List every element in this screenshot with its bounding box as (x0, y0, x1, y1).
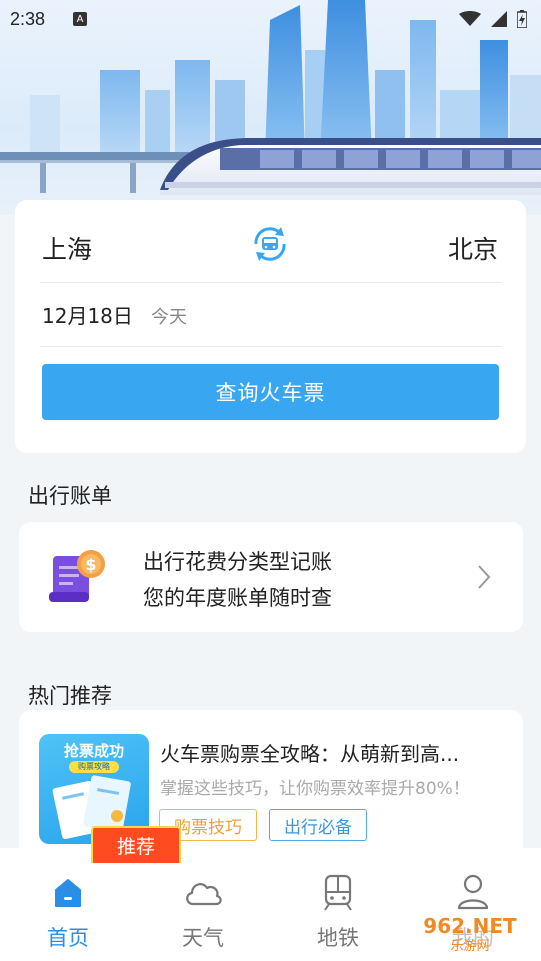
ticket-search-card: 上海 北京 12月18日 今天 查询火车票 (15, 200, 526, 453)
cloud-icon (186, 883, 222, 906)
bill-description-line1: 出行花费分类型记账 (143, 550, 332, 574)
wifi-icon (459, 11, 481, 26)
chevron-right-icon (478, 565, 491, 589)
signal-icon (491, 11, 507, 27)
home-icon (55, 879, 81, 907)
nav-home[interactable]: 首页 (18, 848, 118, 961)
nav-subway-label: 地铁 (317, 926, 359, 950)
user-icon (457, 874, 489, 910)
battery-icon (517, 10, 527, 28)
nav-subway[interactable]: 地铁 (288, 848, 388, 961)
article-title: 火车票购票全攻略：从萌新到高... (160, 742, 460, 766)
recommend-badge: 推荐 (91, 826, 181, 863)
svg-text:962.NET: 962.NET (423, 914, 517, 938)
status-bar: 2:38 A (0, 0, 541, 38)
svg-text:乐游网: 乐游网 (450, 939, 489, 954)
arrival-city[interactable]: 北京 (448, 230, 498, 266)
travel-bill-card[interactable]: $ 出行花费分类型记账 您的年度账单随时查 (19, 522, 523, 632)
divider (40, 282, 501, 283)
swap-cities-icon[interactable] (250, 224, 290, 264)
notification-a-icon: A (73, 12, 88, 26)
svg-text:$: $ (85, 555, 96, 574)
article-description: 掌握这些技巧，让你购票效率提升80%！ (160, 779, 470, 799)
subway-icon (324, 874, 352, 911)
departure-city[interactable]: 上海 (42, 230, 92, 266)
nav-home-label: 首页 (47, 926, 89, 950)
divider (40, 346, 501, 347)
departure-date[interactable]: 12月18日 (42, 300, 133, 329)
date-note: 今天 (151, 307, 187, 328)
bill-description-line2: 您的年度账单随时查 (143, 586, 332, 610)
nav-weather-label: 天气 (182, 926, 224, 950)
nav-weather[interactable]: 天气 (153, 848, 253, 961)
tag-travel-essentials[interactable]: 出行必备 (269, 809, 367, 841)
site-watermark: 962.NET 乐游网 (404, 912, 536, 954)
status-time: 2:38 (10, 8, 46, 29)
hot-section-title: 热门推荐 (28, 684, 112, 708)
bill-icon: $ (49, 550, 105, 602)
watermark-logo: 962.NET 乐游网 (404, 912, 536, 954)
search-tickets-button[interactable]: 查询火车票 (42, 364, 499, 420)
bill-section-title: 出行账单 (28, 484, 112, 508)
